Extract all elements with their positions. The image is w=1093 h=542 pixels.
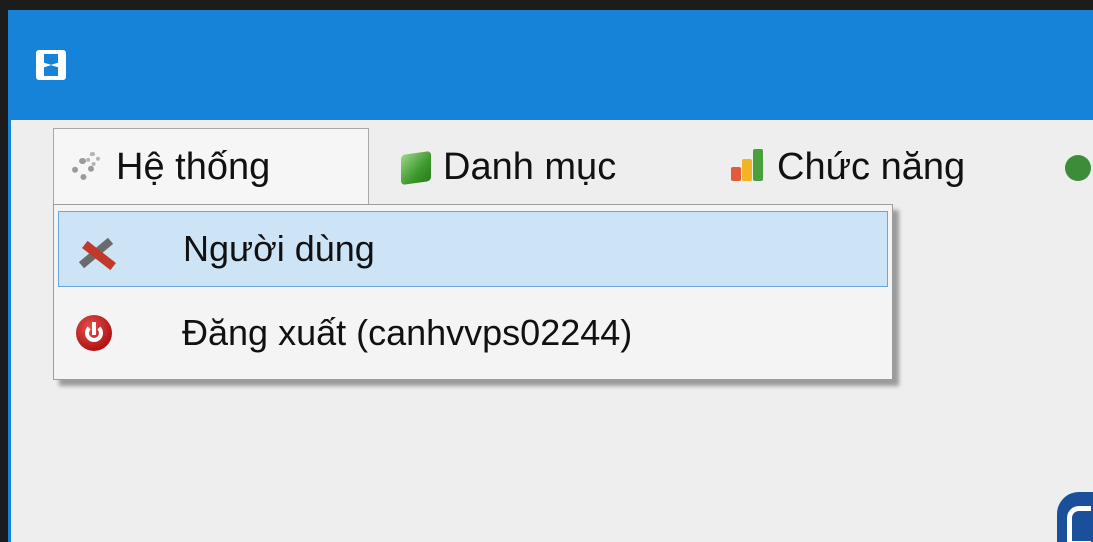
gear-icon [68,150,108,186]
menu-danh-muc[interactable]: Danh mục [395,136,616,198]
menu-item-dang-xuat-label: Đăng xuất (canhvvps02244) [182,312,633,353]
menu-item-dang-xuat[interactable]: Đăng xuất (canhvvps02244) [58,295,888,371]
bar-chart-icon [729,149,769,185]
main-client-area: Hệ thống Danh mục Chức năng Người dùng Đ… [11,120,1093,542]
menu-he-thong-label: Hệ thống [116,146,271,188]
menu-chuc-nang-label: Chức năng [777,145,966,188]
he-thong-dropdown-menu: Người dùng Đăng xuất (canhvvps02244) [53,204,893,380]
menu-next-partial[interactable] [1061,136,1093,198]
menu-he-thong[interactable]: Hệ thống [53,128,369,206]
menu-chuc-nang[interactable]: Chức năng [729,136,965,198]
menu-bar: Hệ thống Danh mục Chức năng [11,120,1093,210]
menu-item-nguoi-dung[interactable]: Người dùng [58,211,888,287]
menu-item-nguoi-dung-label: Người dùng [183,228,375,269]
menu-danh-muc-label: Danh mục [443,145,617,188]
title-bar[interactable] [8,10,1093,120]
globe-icon [1061,149,1093,185]
brand-logo-icon [1057,492,1093,542]
app-logo-icon[interactable] [36,50,66,80]
tools-icon [75,229,115,269]
power-icon [74,313,114,353]
cube-icon [395,149,435,185]
app-window: Hệ thống Danh mục Chức năng Người dùng Đ… [8,10,1093,542]
